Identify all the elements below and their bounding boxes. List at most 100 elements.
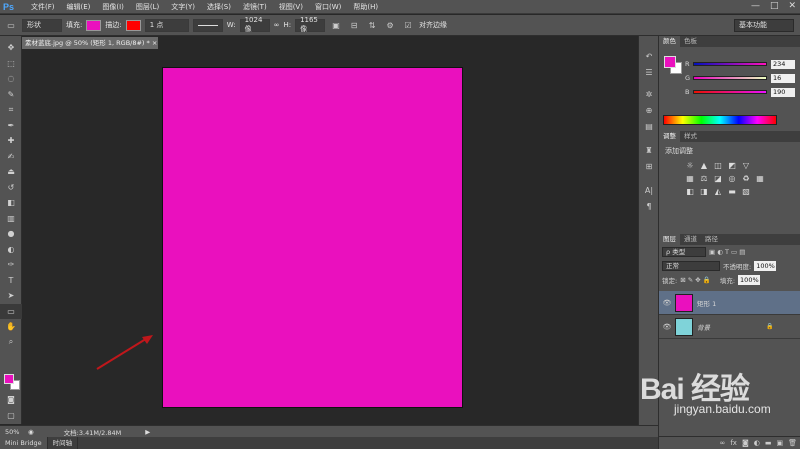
info-icon[interactable]: ⊕	[639, 102, 659, 118]
healing-brush-tool-icon[interactable]: ✚	[0, 133, 22, 149]
screen-mode-icon[interactable]: ▢	[0, 408, 22, 424]
maximize-button[interactable]: □	[770, 1, 779, 11]
gradient-map-icon[interactable]: ▬	[727, 186, 737, 196]
stroke-width-field[interactable]: 1 点	[144, 18, 189, 32]
blue-slider[interactable]	[693, 90, 767, 94]
path-alignment-icon[interactable]: ⊟	[347, 19, 361, 32]
layer-mask-icon[interactable]: ◙	[742, 439, 749, 447]
brightness-icon[interactable]: ☼	[685, 160, 695, 170]
status-menu-arrow-icon[interactable]: ▶	[145, 428, 150, 436]
quick-mask-icon[interactable]: ◙	[0, 392, 22, 408]
menu-view[interactable]: 视图(V)	[273, 0, 309, 14]
eraser-tool-icon[interactable]: ◧	[0, 195, 22, 211]
stamp-tool-icon[interactable]: ⏏	[0, 164, 22, 180]
histogram-icon[interactable]: ▤	[639, 118, 659, 134]
rectangle-tool-preset-icon[interactable]: ▭	[4, 19, 18, 32]
visibility-eye-icon[interactable]: 👁	[659, 323, 675, 331]
tab-swatches[interactable]: 色板	[680, 36, 701, 47]
paragraph-icon[interactable]: A|	[639, 182, 659, 198]
tab-paths[interactable]: 路径	[701, 234, 722, 245]
history-icon[interactable]: ↶	[639, 48, 659, 64]
menu-file[interactable]: 文件(F)	[25, 0, 61, 14]
black-white-icon[interactable]: ◪	[713, 173, 723, 183]
canvas[interactable]	[162, 67, 463, 408]
layer-row-rectangle[interactable]: 👁 矩形 1	[659, 291, 800, 315]
selective-color-icon[interactable]: ▧	[741, 186, 751, 196]
rectangle-tool-icon[interactable]: ▭	[0, 303, 22, 319]
align-edges-checkbox[interactable]: ☑	[401, 19, 415, 32]
brush-presets-icon[interactable]: ♜	[639, 142, 659, 158]
red-value-field[interactable]: 234	[771, 59, 795, 69]
blend-mode-select[interactable]: 正常	[662, 261, 720, 271]
color-lookup-icon[interactable]: ▦	[755, 173, 765, 183]
minimize-button[interactable]: —	[751, 1, 760, 11]
lock-icons[interactable]: ⊠ ✎ ✥ 🔒	[680, 276, 711, 284]
menu-type[interactable]: 文字(Y)	[165, 0, 201, 14]
zoom-level[interactable]: 50%	[0, 428, 22, 436]
exposure-icon[interactable]: ◩	[727, 160, 737, 170]
gradient-tool-icon[interactable]: ▥	[0, 211, 22, 227]
opacity-field[interactable]: 100%	[754, 261, 777, 271]
red-slider[interactable]	[693, 62, 767, 66]
levels-icon[interactable]: ▲	[699, 160, 709, 170]
link-icon[interactable]: ∞	[274, 21, 280, 29]
menu-help[interactable]: 帮助(H)	[347, 0, 384, 14]
blue-value-field[interactable]: 190	[771, 87, 795, 97]
tab-mini-bridge[interactable]: Mini Bridge	[0, 437, 48, 449]
color-panel-foreground-swatch[interactable]	[664, 56, 676, 68]
history-brush-tool-icon[interactable]: ↺	[0, 180, 22, 196]
zoom-tool-icon[interactable]: ⌕	[0, 335, 22, 351]
eyedropper-tool-icon[interactable]: ✒	[0, 118, 22, 134]
layer-filter-select[interactable]: ρ 类型	[662, 247, 706, 257]
posterize-icon[interactable]: ◨	[699, 186, 709, 196]
menu-window[interactable]: 窗口(W)	[309, 0, 347, 14]
photo-filter-icon[interactable]: ◎	[727, 173, 737, 183]
move-tool-icon[interactable]: ✥	[0, 40, 22, 56]
curves-icon[interactable]: ◫	[713, 160, 723, 170]
tab-color[interactable]: 颜色	[659, 36, 680, 47]
green-value-field[interactable]: 16	[771, 73, 795, 83]
type-tool-icon[interactable]: T	[0, 273, 22, 289]
shape-mode-select[interactable]: 形状	[22, 18, 62, 32]
stroke-color-swatch[interactable]	[125, 19, 141, 31]
document-tab-close-icon[interactable]: ×	[152, 39, 157, 47]
layer-row-background[interactable]: 👁 背景 🔒	[659, 315, 800, 339]
vibrance-icon[interactable]: ▽	[741, 160, 751, 170]
pen-tool-icon[interactable]: ✑	[0, 257, 22, 273]
crop-tool-icon[interactable]: ⌗	[0, 102, 22, 118]
workspace-select[interactable]: 基本功能	[734, 19, 794, 32]
link-layers-icon[interactable]: ∞	[720, 439, 726, 447]
character-icon[interactable]: ¶	[639, 198, 659, 214]
new-adjustment-icon[interactable]: ◐	[754, 439, 760, 447]
menu-filter[interactable]: 滤镜(T)	[237, 0, 273, 14]
navigator-icon[interactable]: ✲	[639, 86, 659, 102]
close-button[interactable]: ✕	[788, 1, 796, 11]
path-operations-icon[interactable]: ▣	[329, 19, 343, 32]
properties-icon[interactable]: ☰	[639, 64, 659, 80]
quick-select-tool-icon[interactable]: ✎	[0, 87, 22, 103]
invert-icon[interactable]: ◧	[685, 186, 695, 196]
tab-timeline[interactable]: 时间轴	[48, 437, 79, 449]
clone-source-icon[interactable]: ⊞	[639, 158, 659, 174]
stroke-type-select[interactable]	[192, 18, 223, 32]
blur-tool-icon[interactable]: ●	[0, 226, 22, 242]
menu-edit[interactable]: 编辑(E)	[61, 0, 97, 14]
foreground-color-swatch[interactable]	[4, 374, 14, 384]
tab-styles[interactable]: 样式	[680, 131, 701, 142]
fill-color-swatch[interactable]	[86, 19, 102, 31]
fill-field[interactable]: 100%	[738, 275, 761, 285]
gear-icon[interactable]: ⚙	[383, 19, 397, 32]
channel-mixer-icon[interactable]: ♻	[741, 173, 751, 183]
tab-channels[interactable]: 通道	[680, 234, 701, 245]
tab-layers[interactable]: 图层	[659, 234, 680, 245]
path-select-tool-icon[interactable]: ➤	[0, 288, 22, 304]
threshold-icon[interactable]: ◭	[713, 186, 723, 196]
document-tab[interactable]: 素材蓝底.jpg @ 50% (矩形 1, RGB/8#) * ×	[22, 37, 158, 49]
layer-style-icon[interactable]: fx	[730, 439, 737, 447]
tab-adjustments[interactable]: 调整	[659, 131, 680, 142]
width-field[interactable]: 1024 像	[239, 16, 270, 33]
brush-tool-icon[interactable]: ✍	[0, 149, 22, 165]
green-slider[interactable]	[693, 76, 767, 80]
menu-layer[interactable]: 图层(L)	[130, 0, 165, 14]
hand-tool-icon[interactable]: ✋	[0, 319, 22, 335]
